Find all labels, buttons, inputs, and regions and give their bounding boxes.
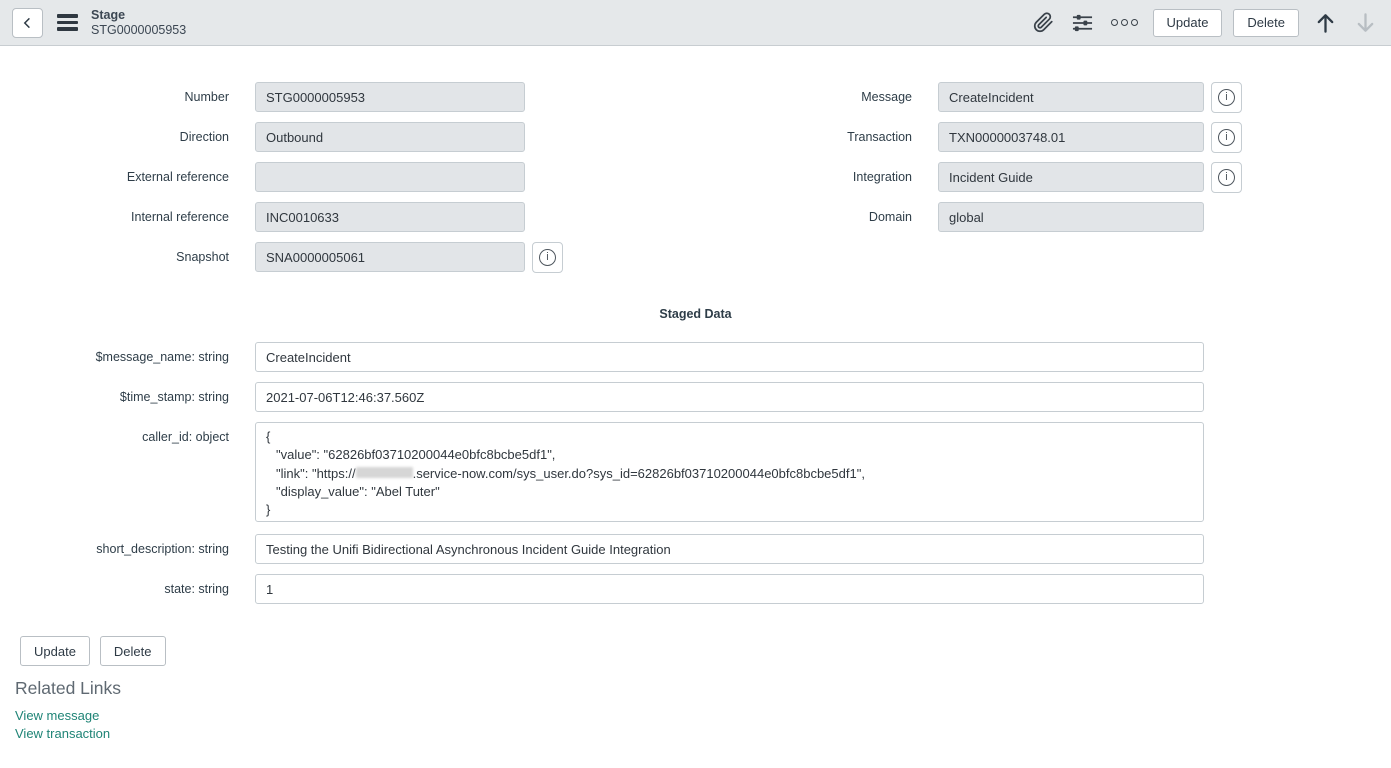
next-record-button[interactable] — [1352, 9, 1379, 37]
form-row: $message_name: string — [0, 342, 1391, 372]
message-name-label: $message_name: string — [0, 350, 229, 364]
form-row: short_description: string — [0, 534, 1391, 564]
redacted-instance-name — [356, 467, 413, 478]
direction-field[interactable] — [255, 122, 525, 152]
header-delete-button[interactable]: Delete — [1233, 9, 1299, 37]
chevron-left-icon — [21, 16, 34, 30]
form-row: Integration i — [683, 162, 1242, 192]
arrow-up-icon — [1314, 11, 1337, 35]
view-message-link[interactable]: View message — [15, 707, 1391, 725]
related-links-heading: Related Links — [15, 678, 1391, 699]
sliders-icon — [1072, 12, 1093, 33]
short-description-label: short_description: string — [0, 542, 229, 556]
view-transaction-link[interactable]: View transaction — [15, 725, 1391, 743]
info-icon: i — [539, 249, 556, 266]
header-title-block: Stage STG0000005953 — [91, 8, 186, 37]
info-icon: i — [1218, 129, 1235, 146]
json-value-line: "value": "62826bf03710200044e0bfc8bcbe5d… — [266, 446, 1193, 464]
menu-icon[interactable] — [57, 14, 78, 31]
time-stamp-input[interactable] — [255, 382, 1204, 412]
form-row: caller_id: object { "value": "62826bf037… — [0, 422, 1391, 522]
json-open-brace: { — [266, 428, 1193, 446]
short-description-input[interactable] — [255, 534, 1204, 564]
external-reference-label: External reference — [0, 170, 229, 184]
transaction-info-button[interactable]: i — [1211, 122, 1242, 153]
info-icon: i — [1218, 89, 1235, 106]
external-reference-field[interactable] — [255, 162, 525, 192]
footer-actions: Update Delete — [20, 636, 1391, 666]
snapshot-label: Snapshot — [0, 250, 229, 264]
form-row: Transaction i — [683, 122, 1242, 152]
paperclip-icon — [1033, 12, 1054, 33]
previous-record-button[interactable] — [1312, 9, 1339, 37]
footer-update-button[interactable]: Update — [20, 636, 90, 666]
form-row: $time_stamp: string — [0, 382, 1391, 412]
record-number: STG0000005953 — [91, 23, 186, 37]
attachment-button[interactable] — [1031, 10, 1056, 35]
transaction-label: Transaction — [683, 130, 912, 144]
footer-delete-button[interactable]: Delete — [100, 636, 166, 666]
personalize-form-button[interactable] — [1070, 10, 1095, 35]
time-stamp-label: $time_stamp: string — [0, 390, 229, 404]
form-row: Message i — [683, 82, 1242, 112]
domain-label: Domain — [683, 210, 912, 224]
stage-form: Number Direction External reference Inte… — [0, 46, 1391, 282]
form-row: state: string — [0, 574, 1391, 604]
state-input[interactable] — [255, 574, 1204, 604]
caller-id-object-field[interactable]: { "value": "62826bf03710200044e0bfc8bcbe… — [255, 422, 1204, 522]
json-link-suffix: .service-now.com/sys_user.do?sys_id=6282… — [413, 466, 865, 481]
message-info-button[interactable]: i — [1211, 82, 1242, 113]
related-links-list: View message View transaction — [15, 707, 1391, 743]
internal-reference-field[interactable] — [255, 202, 525, 232]
message-field[interactable] — [938, 82, 1204, 112]
integration-field[interactable] — [938, 162, 1204, 192]
state-label: state: string — [0, 582, 229, 596]
snapshot-field[interactable] — [255, 242, 525, 272]
form-header-bar: Stage STG0000005953 Update Delete — [0, 0, 1391, 46]
message-name-input[interactable] — [255, 342, 1204, 372]
json-close-brace: } — [266, 501, 1193, 519]
info-icon: i — [1218, 169, 1235, 186]
number-label: Number — [0, 90, 229, 104]
integration-info-button[interactable]: i — [1211, 162, 1242, 193]
page-title: Stage — [91, 8, 186, 22]
more-options-icon[interactable] — [1111, 19, 1138, 26]
snapshot-info-button[interactable]: i — [532, 242, 563, 273]
json-link-line: "link": "https:// .service-now.com/sys_us… — [266, 465, 1193, 483]
message-label: Message — [683, 90, 912, 104]
form-row: Domain — [683, 202, 1242, 232]
caller-id-label: caller_id: object — [0, 422, 229, 444]
direction-label: Direction — [0, 130, 229, 144]
arrow-down-icon — [1354, 11, 1377, 35]
internal-reference-label: Internal reference — [0, 210, 229, 224]
transaction-field[interactable] — [938, 122, 1204, 152]
number-field[interactable] — [255, 82, 525, 112]
staged-data-section-title: Staged Data — [0, 307, 1391, 321]
form-row: Snapshot i — [0, 242, 1391, 272]
staged-data-section: $message_name: string $time_stamp: strin… — [0, 342, 1391, 604]
header-update-button[interactable]: Update — [1153, 9, 1223, 37]
back-button[interactable] — [12, 8, 43, 38]
form-column-right: Message i Transaction i Integration i Do… — [683, 82, 1242, 242]
json-link-prefix: "link": "https:// — [276, 466, 356, 481]
integration-label: Integration — [683, 170, 912, 184]
json-display-value-line: "display_value": "Abel Tuter" — [266, 483, 1193, 501]
domain-field[interactable] — [938, 202, 1204, 232]
